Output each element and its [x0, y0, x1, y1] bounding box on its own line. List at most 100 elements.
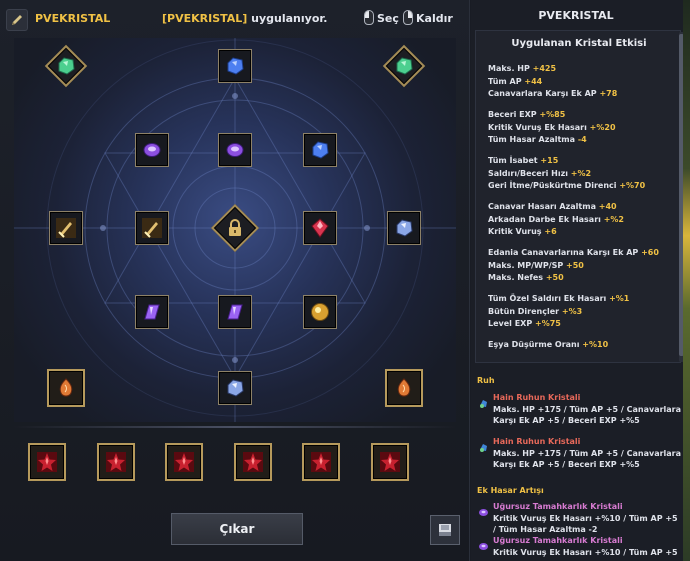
stat-value: +%85	[539, 110, 566, 119]
apply-status: [PVEKRISTAL] uygulanıyor.	[162, 12, 327, 25]
stat-name: Tüm Hasar Azaltma	[488, 135, 578, 144]
stat-name: Kritik Vuruş Ek Hasarı	[488, 122, 590, 132]
crystal-icon	[396, 57, 413, 75]
stat-line: Bütün Dirençler +%3	[488, 307, 582, 316]
socket-lower-left[interactable]	[135, 295, 169, 329]
stat-line: Eşya Düşürme Oranı +%10	[488, 340, 608, 349]
stat-value: +%20	[589, 122, 616, 132]
greed-crystal-icon	[478, 503, 489, 516]
stat-value: +%10	[582, 340, 609, 349]
stat-name: Beceri EXP	[488, 110, 540, 119]
stat-value: +40	[598, 202, 617, 211]
socket-artifact-4[interactable]	[233, 443, 272, 481]
socket-upper-center[interactable]	[218, 133, 252, 167]
stat-line: Kritik Vuruş +6	[488, 227, 557, 236]
stat-value: +50	[545, 273, 564, 282]
crystal-icon	[226, 143, 244, 157]
stat-value: +%2	[603, 214, 624, 224]
stat-line: Edania Canavarlarına Karşı Ek AP +60	[488, 248, 659, 257]
crystal-name: Uğursuz Tamahkarlık Kristali	[493, 536, 623, 545]
crystal-name: Hain Ruhun Kristali	[493, 437, 581, 446]
status-preset: [PVEKRISTAL]	[162, 12, 248, 25]
crystal-icon	[311, 218, 329, 238]
stat-line: Canavarlara Karşı Ek AP +78	[488, 89, 617, 98]
crystal-icon	[227, 379, 244, 397]
crystal-description: Maks. HP +175 / Tüm AP +5 / Canavarlara …	[493, 405, 682, 425]
stat-line: Beceri EXP +%85	[488, 110, 565, 119]
effect-title: Uygulanan Kristal Etkisi	[511, 38, 647, 49]
crystal-icon	[142, 218, 162, 238]
stat-name: Canavar Hasarı Azaltma	[488, 202, 599, 211]
crystal-board-panel: PVEKRISTAL [PVEKRISTAL] uygulanıyor. Seç…	[0, 0, 470, 561]
crystal-icon	[227, 57, 244, 75]
socket-bottom-left[interactable]	[47, 369, 85, 407]
socket-artifact-2[interactable]	[96, 443, 135, 481]
stat-value: +%75	[534, 319, 561, 328]
crystal-icon	[56, 218, 76, 238]
preset-name: PVEKRISTAL	[35, 12, 111, 25]
soul-crystal-icon	[478, 438, 489, 452]
stat-line: Maks. Nefes +50	[488, 273, 564, 282]
socket-upper-right[interactable]	[303, 133, 337, 167]
socket-mid-left[interactable]	[135, 211, 169, 245]
crystal-window: PVEKRISTAL [PVEKRISTAL] uygulanıyor. Seç…	[0, 0, 690, 561]
stat-value: +425	[532, 64, 557, 73]
stat-name: Tüm Özel Saldırı Ek Hasarı	[488, 294, 610, 303]
mouse-left-icon	[364, 10, 374, 25]
socket-artifact-3[interactable]	[165, 443, 203, 481]
crystal-icon	[311, 452, 331, 472]
stat-value: +%70	[619, 181, 646, 190]
stat-value: +78	[599, 89, 618, 98]
stat-name: Bütün Dirençler	[488, 306, 562, 316]
applied-effect-box: Uygulanan Kristal Etkisi Maks. HP +425 Tü…	[475, 30, 681, 363]
stat-line: Tüm İsabet +15	[488, 156, 558, 165]
stat-value: +50	[566, 260, 584, 270]
panel-title: PVEKRISTAL	[538, 9, 614, 22]
save-icon	[439, 524, 451, 536]
socket-artifact-5[interactable]	[302, 443, 340, 481]
crystal-description: Kritik Vuruş Ek Hasarı +%10 / Tüm AP +5	[493, 548, 678, 557]
stat-line: Tüm AP +44	[488, 77, 542, 86]
socket-bottom-center[interactable]	[218, 371, 252, 405]
crystal-icon	[59, 378, 73, 397]
stat-line: Arkadan Darbe Ek Hasarı +%2	[488, 215, 624, 224]
soul-crystal-icon	[478, 394, 489, 408]
socket-top-center[interactable]	[218, 49, 252, 83]
stat-name: Level EXP	[488, 319, 535, 328]
remove-button[interactable]: Çıkar	[171, 513, 303, 545]
socket-lower-right[interactable]	[303, 295, 337, 329]
crystal-icon	[397, 378, 411, 397]
stat-name: Arkadan Darbe Ek Hasarı	[488, 214, 604, 224]
crystal-name: Hain Ruhun Kristali	[493, 393, 581, 402]
crystal-name: Uğursuz Tamahkarlık Kristali	[493, 502, 623, 511]
stat-name: Saldırı/Beceri Hızı	[488, 168, 571, 178]
stat-name: Maks. MP/WP/SP	[488, 260, 567, 270]
crystal-description: Kritik Vuruş Ek Hasarı +%10 / Tüm AP +5 …	[493, 514, 678, 534]
socket-bottom-right[interactable]	[385, 369, 423, 407]
select-hint-label: Seç	[377, 12, 399, 25]
stat-line: Canavar Hasarı Azaltma +40	[488, 202, 617, 211]
pencil-icon	[12, 15, 22, 25]
category-header: Ek Hasar Artışı	[477, 486, 544, 495]
remove-hint-label: Kaldır	[416, 12, 453, 25]
bottom-socket-row	[14, 428, 456, 500]
stat-value: +%2	[570, 168, 592, 178]
stat-line: Tüm Özel Saldırı Ek Hasarı +%1	[488, 294, 629, 303]
save-preset-button[interactable]	[430, 515, 460, 545]
socket-artifact-6[interactable]	[370, 443, 409, 481]
edit-preset-button[interactable]	[6, 9, 28, 31]
socket-upper-left[interactable]	[135, 133, 169, 167]
stat-name: Canavarlara Karşı Ek AP	[488, 89, 600, 98]
stat-line: Kritik Vuruş Ek Hasarı +%20	[488, 123, 616, 132]
stat-name: Kritik Vuruş	[488, 227, 545, 236]
socket-mid-far-left[interactable]	[49, 211, 83, 245]
stat-line: Level EXP +%75	[488, 319, 561, 328]
greed-crystal-icon	[478, 537, 489, 550]
socket-mid-right[interactable]	[303, 211, 337, 245]
stat-value: +44	[524, 76, 543, 86]
socket-artifact-1[interactable]	[28, 443, 66, 481]
stat-value: +60	[641, 248, 659, 257]
socket-lower-center[interactable]	[218, 295, 252, 329]
lock-icon	[229, 219, 241, 236]
socket-mid-far-right[interactable]	[387, 211, 421, 245]
